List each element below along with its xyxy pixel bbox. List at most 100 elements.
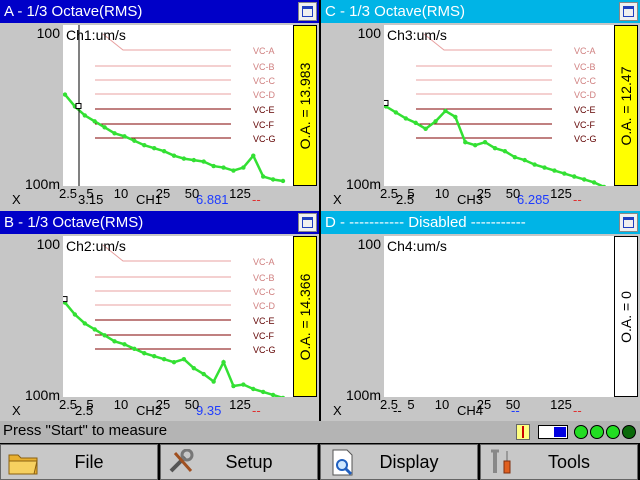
series-point <box>102 333 107 338</box>
setup-button[interactable]: Setup <box>160 444 318 480</box>
file-button[interactable]: File <box>0 444 158 480</box>
x-tick-label: 10 <box>113 186 129 201</box>
series-point <box>572 174 577 179</box>
x-tick-label: 25 <box>155 397 171 412</box>
series-point <box>82 321 88 326</box>
vc-label: VC-E <box>253 316 275 326</box>
overall-value-box: O.A. = 12.47 <box>614 25 638 186</box>
channel-value: 6.285 <box>517 192 550 207</box>
channel-label: Ch3:um/s <box>387 27 447 43</box>
vc-label: VC-B <box>253 62 275 72</box>
y-axis-min: 100m <box>24 176 60 192</box>
vc-label: VC-A <box>253 46 275 56</box>
vc-label: VC-D <box>574 90 596 100</box>
overall-value-box: O.A. = 13.983 <box>293 25 317 186</box>
panel-c-plot[interactable]: VC-A VC-B VC-C VC-D VC-E VC-F VC-G <box>384 25 614 186</box>
y-axis-max: 100 <box>36 25 60 41</box>
series-point <box>221 165 226 170</box>
series-point <box>280 178 286 184</box>
series-point <box>251 153 256 158</box>
overall-value: O.A. = 12.47 <box>618 66 634 145</box>
panel-b[interactable]: B - 1/3 Octave(RMS) 100 100m VC-A VC-B VC-… <box>0 211 319 422</box>
panel-d-title: D - ----------- Disabled ----------- <box>325 214 526 231</box>
series-point <box>231 168 236 173</box>
display-button[interactable]: Display <box>320 444 478 480</box>
vc-label: VC-A <box>253 257 275 267</box>
file-label: File <box>74 452 104 472</box>
x-tick-label: 125 <box>229 186 251 201</box>
series-point <box>552 168 557 173</box>
x-tick-label: 5 <box>86 186 94 201</box>
panel-d-plot[interactable] <box>384 236 614 397</box>
series-point <box>562 171 567 176</box>
channel-led-3-icon <box>606 425 620 439</box>
series-point <box>231 383 236 389</box>
series-point <box>512 154 518 160</box>
maximize-icon[interactable] <box>619 2 638 21</box>
panel-a-plot[interactable]: VC-A VC-B VC-C VC-D VC-E VC-F VC-G <box>63 25 293 186</box>
vc-label: VC-C <box>253 76 275 86</box>
panel-a-titlebar[interactable]: A - 1/3 Octave(RMS) <box>0 0 319 23</box>
maximize-icon[interactable] <box>298 2 317 21</box>
vc-label: VC-C <box>574 76 596 86</box>
x-tick-label: 2.5 <box>379 397 399 412</box>
x-tick-label: 50 <box>505 397 521 412</box>
series-point <box>443 108 448 114</box>
series-point <box>433 119 438 124</box>
series-point <box>241 165 246 170</box>
panel-c-titlebar[interactable]: C - 1/3 Octave(RMS) <box>321 0 640 23</box>
x-tick-label: 2.5 <box>58 186 78 201</box>
series-point <box>502 148 508 154</box>
channel-dash: -- <box>252 192 261 207</box>
x-tick-label: 25 <box>476 186 492 201</box>
y-axis-min: 100m <box>345 387 381 403</box>
x-tick-label: 50 <box>184 397 200 412</box>
panel-a-title: A - 1/3 Octave(RMS) <box>4 3 143 20</box>
x-tick-label: 5 <box>407 186 415 201</box>
series-point <box>211 379 216 384</box>
series-point <box>171 359 177 365</box>
panel-c-title: C - 1/3 Octave(RMS) <box>325 3 466 20</box>
series-point <box>161 148 167 154</box>
series-point <box>251 386 256 392</box>
series-point <box>191 157 197 163</box>
channel-dash: -- <box>573 192 582 207</box>
vc-label: VC-F <box>253 331 274 341</box>
maximize-icon[interactable] <box>619 213 638 232</box>
series-point <box>413 120 418 126</box>
y-axis-min: 100m <box>345 176 381 192</box>
x-tick-label: 125 <box>550 397 572 412</box>
series-point <box>281 395 285 397</box>
panel-d[interactable]: D - ----------- Disabled ----------- 100… <box>321 211 640 422</box>
series-point <box>112 131 117 136</box>
setup-label: Setup <box>225 452 273 472</box>
cursor-x-label: X <box>333 192 342 207</box>
vc-label: VC-G <box>574 134 597 144</box>
series-point <box>92 119 97 124</box>
overall-value: O.A. = 14.366 <box>297 273 313 360</box>
x-tick-label: 50 <box>184 186 200 201</box>
vc-label: VC-E <box>574 105 596 115</box>
panel-d-titlebar[interactable]: D - ----------- Disabled ----------- <box>321 211 640 234</box>
channel-dash: -- <box>252 403 261 418</box>
series-point <box>260 389 266 395</box>
panel-a[interactable]: A - 1/3 Octave(RMS) 100 100m VC-A VC-B VC-… <box>0 0 319 211</box>
tools-button[interactable]: Tools <box>480 444 638 480</box>
x-tick-label: 25 <box>155 186 171 201</box>
series-point <box>72 312 78 317</box>
channel-label: Ch4:um/s <box>387 238 447 254</box>
x-tick-label: 50 <box>505 186 521 201</box>
cursor-marker <box>75 102 82 109</box>
series-point <box>482 140 488 145</box>
x-tick-label: 125 <box>229 397 251 412</box>
series-point <box>201 159 206 164</box>
x-tick-label: 2.5 <box>58 397 78 412</box>
panel-c[interactable]: C - 1/3 Octave(RMS) 100 100m VC-A VC-B VC-… <box>321 0 640 211</box>
panel-b-titlebar[interactable]: B - 1/3 Octave(RMS) <box>0 211 319 234</box>
status-bar: Press "Start" to measure <box>0 421 640 443</box>
series-point <box>82 113 88 118</box>
status-text: Press "Start" to measure <box>3 422 168 439</box>
series-point <box>522 157 527 163</box>
panel-b-plot[interactable]: VC-A VC-B VC-C VC-D VC-E VC-F VC-G <box>63 236 293 397</box>
maximize-icon[interactable] <box>298 213 317 232</box>
